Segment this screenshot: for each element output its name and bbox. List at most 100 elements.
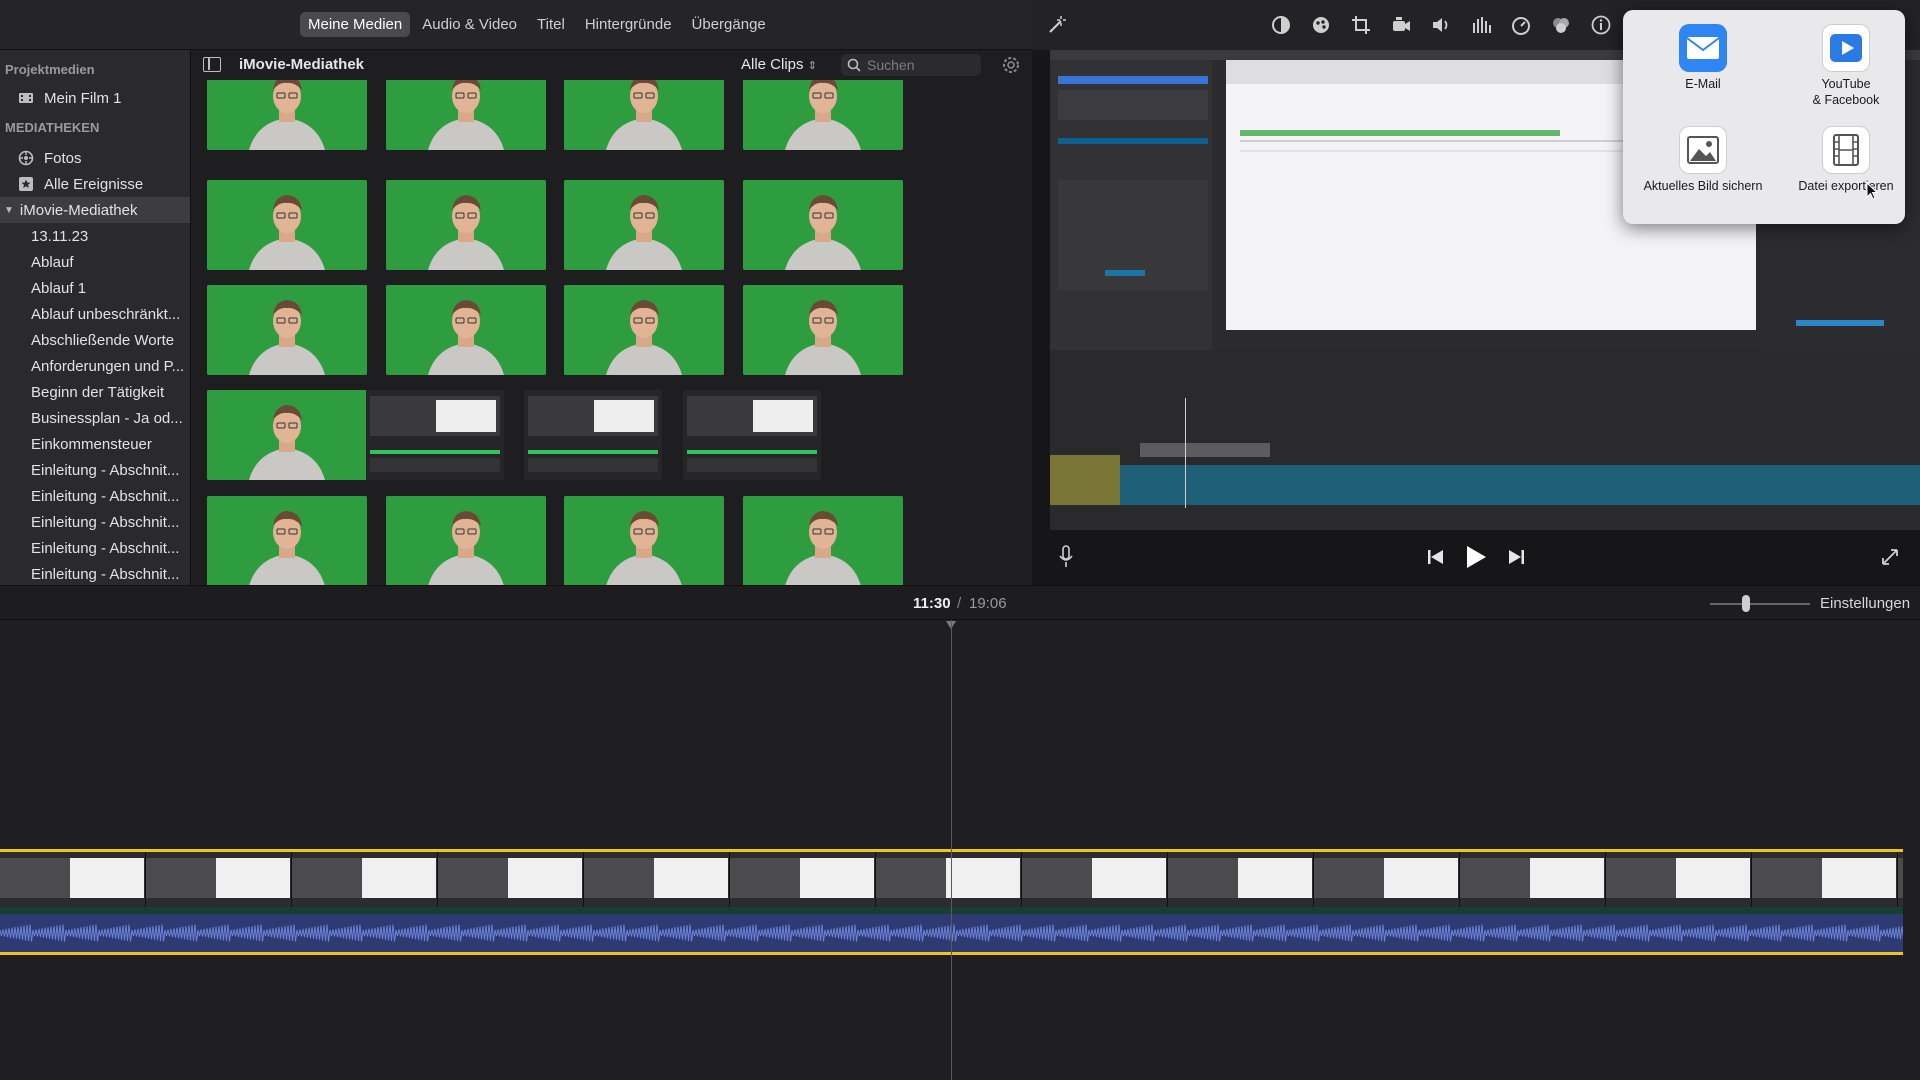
timeline-zoom-knob[interactable] — [1742, 595, 1750, 612]
crop-icon[interactable] — [1348, 12, 1374, 38]
timeline-zoom-slider[interactable] — [1710, 603, 1810, 605]
sidebar-event[interactable]: Beginn der Tätigkeit — [0, 379, 190, 405]
total-duration: 19:06 — [969, 595, 1007, 612]
tab-titles[interactable]: Titel — [529, 12, 573, 37]
sidebar-event[interactable]: Anforderungen und P... — [0, 353, 190, 379]
timeline-clip[interactable] — [1460, 852, 1606, 907]
timeline-settings-button[interactable]: Einstellungen — [1820, 595, 1910, 612]
clip-filter-select[interactable]: Alle Clips ⇕ — [741, 56, 817, 73]
share-save-image[interactable]: Aktuelles Bild sichern — [1643, 126, 1763, 194]
sidebar-item-photos[interactable]: Fotos — [0, 145, 190, 171]
share-youtube-label-line1: YouTube — [1821, 77, 1871, 91]
video-clip-thumbnail[interactable] — [386, 285, 546, 375]
search-input[interactable]: Suchen — [841, 54, 981, 76]
fullscreen-icon[interactable] — [1880, 547, 1900, 572]
video-clip-thumbnail[interactable] — [207, 285, 367, 375]
share-email[interactable]: E-Mail — [1643, 24, 1763, 92]
video-clip-thumbnail[interactable] — [564, 285, 724, 375]
timeline-clip[interactable] — [876, 852, 1022, 907]
sidebar-event[interactable]: Einleitung - Abschnit... — [0, 535, 190, 561]
browser-header: iMovie-Mediathek Alle Clips ⇕ Suchen — [191, 50, 1032, 80]
sidebar-event[interactable]: Einkommensteuer — [0, 431, 190, 457]
timeline-clip[interactable] — [0, 852, 146, 907]
color-correction-icon[interactable] — [1308, 12, 1334, 38]
video-clip-thumbnail[interactable] — [564, 80, 724, 150]
library-sidebar: Projektmedien Mein Film 1 MEDIATHEKEN Fo… — [0, 50, 190, 585]
video-clip-thumbnail[interactable] — [743, 496, 903, 585]
tab-my-media[interactable]: Meine Medien — [300, 12, 411, 37]
stabilization-icon[interactable] — [1388, 12, 1414, 38]
video-clip-thumbnail[interactable] — [564, 496, 724, 585]
time-separator: / — [957, 595, 962, 612]
sidebar-event[interactable]: Einleitung - Abschnit... — [0, 561, 190, 587]
sidebar-event[interactable]: Einleitung - Abschnit... — [0, 509, 190, 535]
video-clip-thumbnail[interactable] — [207, 180, 367, 270]
star-icon — [18, 176, 34, 192]
playhead[interactable] — [951, 620, 952, 1080]
sidebar-event[interactable]: Einleitung - Abschnit... — [0, 483, 190, 509]
sidebar-toggle-icon[interactable] — [203, 57, 221, 72]
video-clip-thumbnail[interactable] — [207, 496, 367, 585]
timeline-clip[interactable] — [584, 852, 730, 907]
sidebar-event[interactable]: Ablauf — [0, 249, 190, 275]
browser-title: iMovie-Mediathek — [239, 56, 365, 73]
sidebar-item-imovie-library[interactable]: ▼ iMovie-Mediathek — [0, 197, 190, 223]
timeline-clip[interactable] — [1606, 852, 1752, 907]
timeline-clip[interactable] — [292, 852, 438, 907]
share-youtube-facebook[interactable]: YouTube & Facebook — [1786, 24, 1906, 108]
magic-wand-icon[interactable] — [1044, 12, 1070, 38]
video-clip-thumbnail[interactable] — [386, 180, 546, 270]
video-clip-thumbnail[interactable] — [207, 390, 367, 480]
sidebar-event[interactable]: Ablauf 1 — [0, 275, 190, 301]
volume-icon[interactable] — [1428, 12, 1454, 38]
tab-transitions[interactable]: Übergänge — [684, 12, 774, 37]
timeline-clip[interactable] — [1752, 852, 1898, 907]
timeline-clip[interactable] — [730, 852, 876, 907]
tab-backgrounds[interactable]: Hintergründe — [577, 12, 680, 37]
sidebar-event[interactable]: Businessplan - Ja od... — [0, 405, 190, 431]
search-placeholder: Suchen — [867, 57, 915, 73]
equalizer-icon[interactable] — [1468, 12, 1494, 38]
mail-icon — [1679, 24, 1727, 72]
speed-icon[interactable] — [1508, 12, 1534, 38]
sidebar-item-all-events[interactable]: Alle Ereignisse — [0, 171, 190, 197]
sidebar-item-project[interactable]: Mein Film 1 — [0, 85, 190, 111]
info-icon[interactable] — [1588, 12, 1614, 38]
clip-grid — [207, 80, 967, 585]
video-clip-thumbnail[interactable] — [386, 80, 546, 150]
screen-recording-clip[interactable] — [683, 390, 821, 480]
timeline-clip[interactable] — [438, 852, 584, 907]
clip-filter-label: Alle Clips — [741, 56, 804, 73]
screen-recording-clip[interactable] — [366, 390, 504, 480]
sidebar-event[interactable]: 13.11.23 — [0, 223, 190, 249]
play-button[interactable] — [1465, 545, 1487, 574]
gear-icon[interactable] — [1001, 55, 1021, 75]
timeline-clip[interactable] — [1898, 852, 1903, 907]
video-clip-thumbnail[interactable] — [743, 80, 903, 150]
skip-back-icon[interactable] — [1427, 549, 1445, 570]
video-clip-thumbnail[interactable] — [207, 80, 367, 150]
screen-recording-clip[interactable] — [524, 390, 662, 480]
timeline-clip[interactable] — [146, 852, 292, 907]
noise-reduction-icon[interactable] — [1548, 12, 1574, 38]
share-popover: E-Mail YouTube & Facebook Aktuelles Bild… — [1623, 10, 1905, 224]
tab-audio-video[interactable]: Audio & Video — [414, 12, 525, 37]
video-clip-thumbnail[interactable] — [743, 180, 903, 270]
microphone-icon[interactable] — [1058, 545, 1074, 574]
mouse-cursor-icon — [1866, 181, 1879, 205]
sidebar-event[interactable]: Ablauf unbeschränkt... — [0, 301, 190, 327]
share-export-file[interactable]: Datei exportieren — [1786, 126, 1906, 194]
timeline-clip[interactable] — [1022, 852, 1168, 907]
timeline-clip[interactable] — [1168, 852, 1314, 907]
timeline-clip[interactable] — [1314, 852, 1460, 907]
sidebar-event[interactable]: Einleitung - Abschnit... — [0, 457, 190, 483]
imovie-window: Meine Medien Audio & Video Titel Hinterg… — [0, 0, 1920, 1080]
color-balance-icon[interactable] — [1268, 12, 1294, 38]
video-clip-thumbnail[interactable] — [564, 180, 724, 270]
skip-forward-icon[interactable] — [1507, 549, 1525, 570]
disclosure-chevron-icon[interactable]: ▼ — [4, 205, 14, 216]
video-clip-thumbnail[interactable] — [743, 285, 903, 375]
youtube-icon — [1822, 24, 1870, 72]
sidebar-event[interactable]: Abschließende Worte — [0, 327, 190, 353]
video-clip-thumbnail[interactable] — [386, 496, 546, 585]
